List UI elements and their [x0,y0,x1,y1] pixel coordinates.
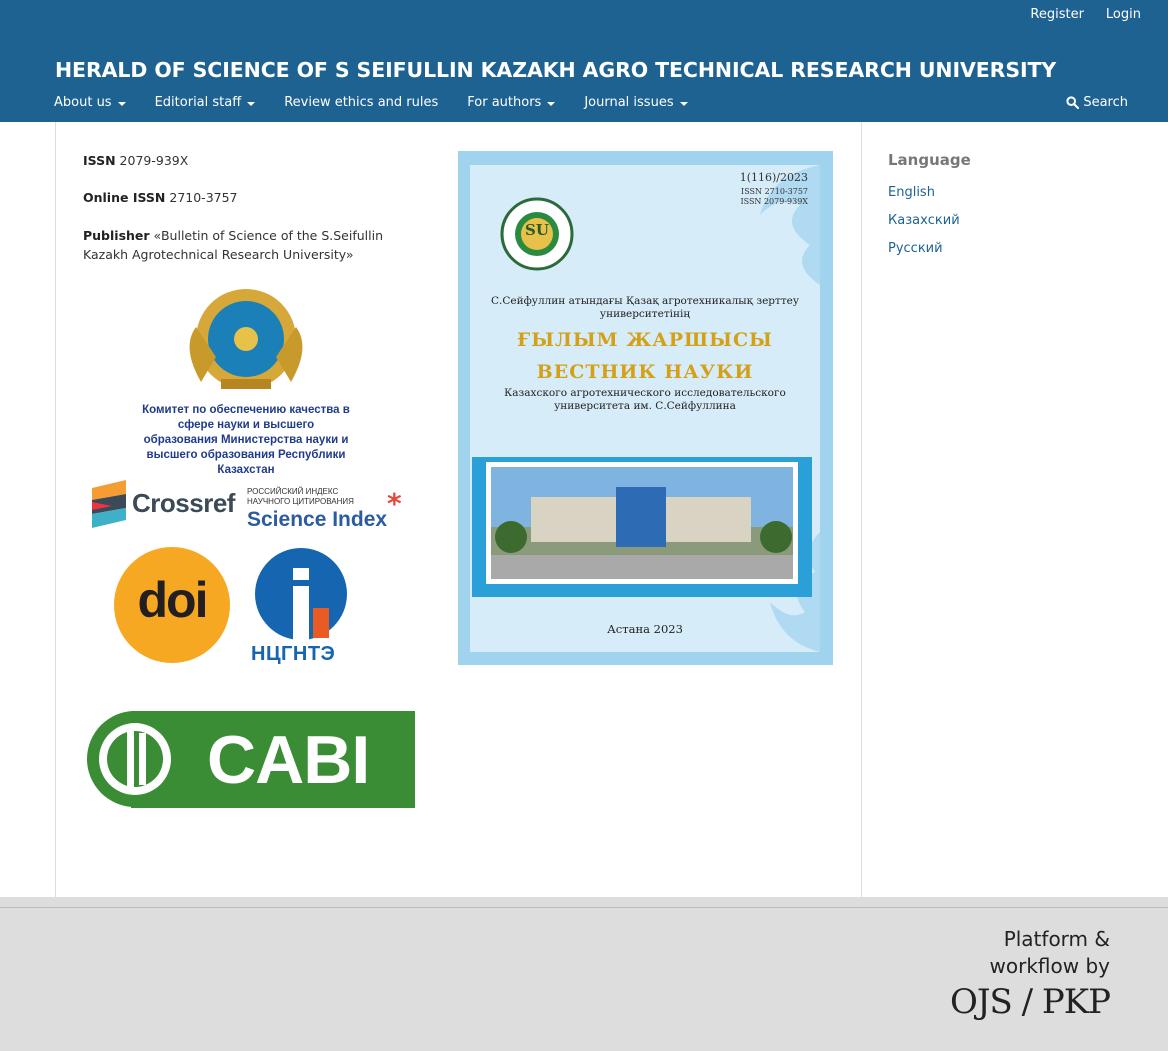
register-link[interactable]: Register [1030,7,1084,22]
caret-down-icon [247,101,256,106]
cover-issn1: ISSN 2710-3757 [741,187,808,196]
sidebar: Language English Казахский Русский [861,122,1168,897]
publisher-line: Publisher «Bulletin of Science of the S.… [83,226,428,264]
issn-line: ISSN 2079-939X [83,151,428,170]
pkp-line2: workflow by [989,954,1110,978]
cover-photo-frame [486,462,798,584]
main-content: ISSN 2079-939X Online ISSN 2710-3757 Pub… [55,122,862,897]
caret-down-icon [679,101,688,106]
crossref-label: Crossref [132,488,235,518]
online-issn-label: Online ISSN [83,190,166,205]
nav-issues-label: Journal issues [584,95,674,110]
caret-down-icon [117,101,126,106]
issn-value: 2079-939X [119,153,189,168]
site-header: Register Login HERALD OF SCIENCE OF S SE… [0,0,1168,122]
cover-ru-line: Казахского агротехнического исследовател… [504,387,786,412]
asterisk-icon: * [387,487,402,520]
nav-editorial-label: Editorial staff [154,95,242,110]
cover-issn2: ISSN 2079-939X [740,197,808,206]
nav-review-label: Review ethics and rules [284,95,439,110]
issn-label: ISSN [83,153,116,168]
language-kazakh-link[interactable]: Казахский [888,213,960,228]
ornament-icon [760,165,820,285]
ncgnte-logo: НЦГНТЭ [249,548,349,670]
login-link[interactable]: Login [1106,7,1141,22]
rsci-small-text: РОССИЙСКИЙ ИНДЕКС НАУЧНОГО ЦИТИРОВАНИЯ [247,487,354,506]
site-title[interactable]: HERALD OF SCIENCE OF S SEIFULLIN KAZAKH … [55,58,1056,82]
nav-about[interactable]: About us [54,95,126,110]
primary-nav: About us Editorial staff Review ethics a… [54,95,688,110]
cover-ru-title: ВЕСТНИК НАУКИ [536,361,754,383]
publisher-label: Publisher [83,228,150,243]
committee-text: Комитет по обеспечению качества в сфере … [142,404,350,476]
nav-about-label: About us [54,95,112,110]
cover-issue: 1(116)/2023 [739,171,808,184]
nav-issues[interactable]: Journal issues [584,95,688,110]
cover-kz-title: ҒЫЛЫМ ЖАРШЫСЫ [517,329,773,351]
cabi-label: CABI [207,722,370,798]
cover-emblem-text: SU [525,221,549,239]
search-link[interactable]: Search [1066,95,1128,110]
online-issn-value: 2710-3757 [169,190,238,205]
search-label: Search [1083,95,1128,110]
caret-down-icon [547,101,556,106]
site-footer: Platform & workflow by OJS / PKP [0,907,1168,1051]
cabi-logo: CABI [83,711,415,808]
pkp-line1: Platform & [1003,927,1110,951]
doi-label: doi [137,572,209,628]
cover-city: Астана 2023 [607,622,683,636]
kazakhstan-emblem-icon [189,289,303,389]
crossref-logo: Crossref [92,480,237,530]
science-index-logo: РОССИЙСКИЙ ИНДЕКС НАУЧНОГО ЦИТИРОВАНИЯ S… [247,487,417,535]
cover-inner: 1(116)/2023 ISSN 2710-3757 ISSN 2079-939… [470,165,820,652]
language-title: Language [888,151,971,169]
nav-authors-label: For authors [467,95,542,110]
journal-cover-image[interactable]: 1(116)/2023 ISSN 2710-3757 ISSN 2079-939… [458,151,833,665]
footer-separator [0,897,1168,907]
nav-review[interactable]: Review ethics and rules [284,95,438,110]
crossref-mark-icon [92,480,126,528]
online-issn-line: Online ISSN 2710-3757 [83,188,428,207]
user-nav: Register Login [1030,7,1141,22]
language-english-link[interactable]: English [888,185,935,200]
search-icon [1066,96,1080,109]
ncgnte-label: НЦГНТЭ [251,643,336,665]
pkp-line3: OJS / PKP [949,982,1111,1022]
cover-kz-line: С.Сейфуллин атындағы Қазақ агротехникалы… [490,295,800,320]
ncgnte-mark-icon [255,548,347,642]
language-russian-link[interactable]: Русский [888,241,943,256]
nav-editorial[interactable]: Editorial staff [155,95,256,110]
committee-logo: Комитет по обеспечению качества в сфере … [121,287,371,476]
university-building-image [491,467,793,579]
pkp-brand-link[interactable]: Platform & workflow by OJS / PKP [949,926,1111,1024]
doi-logo: doi [114,547,230,663]
nav-authors[interactable]: For authors [467,95,556,110]
